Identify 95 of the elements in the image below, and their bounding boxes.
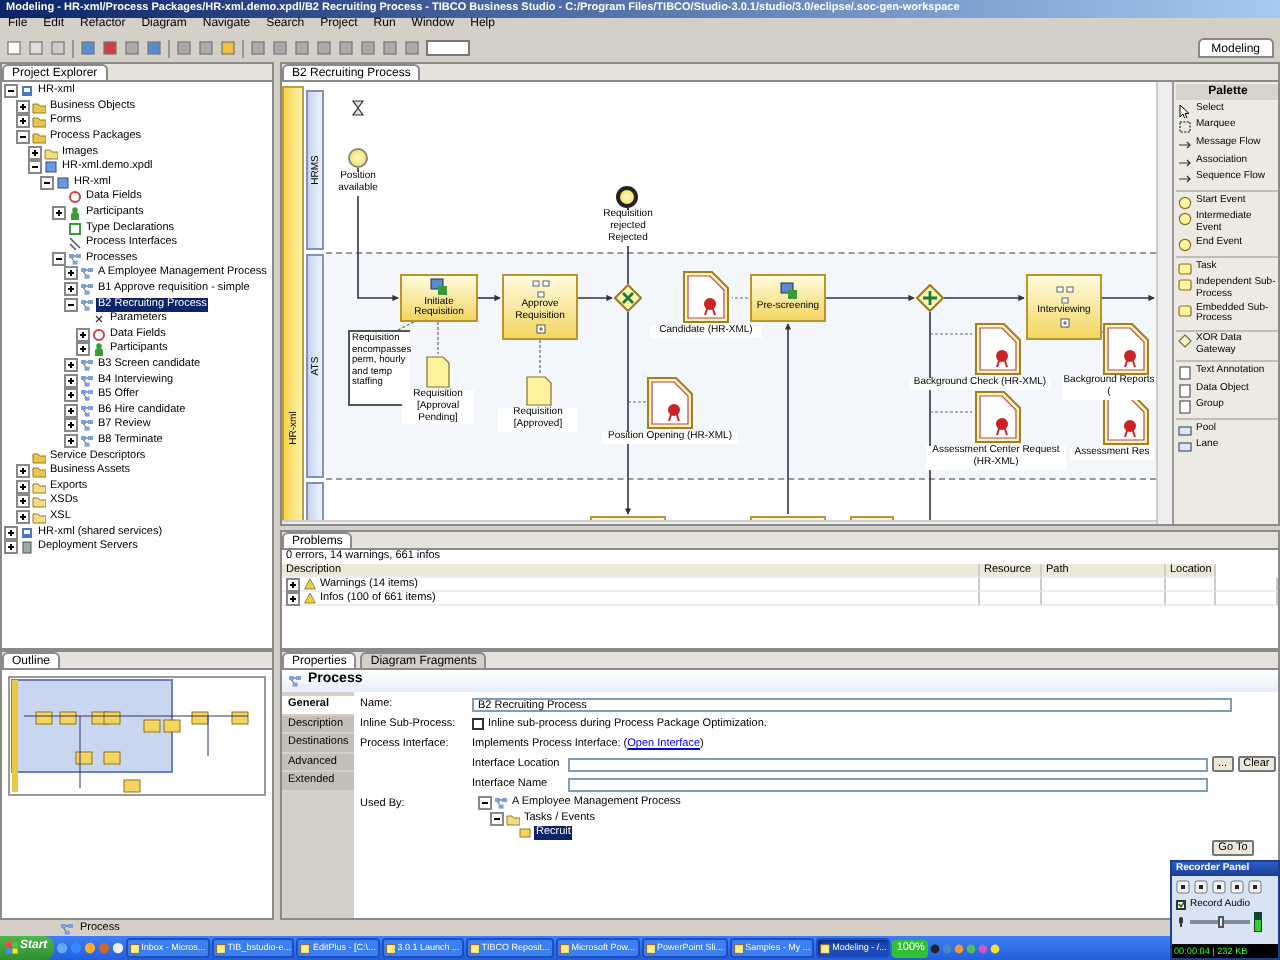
expander-icon[interactable]: [52, 251, 66, 266]
expander-icon[interactable]: [16, 464, 30, 479]
expander-icon[interactable]: [16, 114, 30, 129]
expander-icon[interactable]: [76, 327, 90, 342]
window-icon: [559, 943, 570, 953]
expander-icon[interactable]: [64, 282, 78, 297]
process-icon: [1055, 285, 1073, 304]
expander-icon[interactable]: [16, 494, 30, 509]
slider-thumb[interactable]: [1217, 916, 1223, 928]
expander-icon[interactable]: [64, 388, 78, 403]
association-line: [731, 297, 749, 299]
lane-header: [306, 482, 324, 524]
checkbox[interactable]: [1176, 899, 1186, 909]
computer-icon: [430, 277, 448, 295]
person-icon: [92, 342, 106, 357]
data-object: [682, 270, 730, 324]
project-icon: [20, 84, 34, 99]
sequence-flow: [477, 294, 501, 302]
scrollbar[interactable]: [1156, 82, 1172, 524]
expander-icon[interactable]: [286, 591, 300, 605]
sequence-flow: [943, 294, 1025, 302]
data-field-icon: [92, 327, 106, 342]
exclusive-gateway: [614, 284, 642, 312]
expander-icon[interactable]: [52, 206, 66, 221]
window-icon: [300, 943, 311, 953]
process-icon: [494, 796, 508, 811]
parallel-gateway: [916, 284, 944, 312]
interface-name-field[interactable]: [568, 777, 1208, 791]
project-icon: [20, 525, 34, 540]
folder-icon: [506, 811, 520, 826]
process-icon: [288, 673, 304, 689]
expand-marker-icon: [1059, 318, 1069, 329]
sequence-flow: [577, 294, 613, 302]
hourglass-icon: [352, 100, 364, 116]
window-icon: [733, 943, 744, 953]
expander-icon[interactable]: [4, 540, 18, 555]
expander-icon[interactable]: [478, 796, 492, 811]
expander-icon[interactable]: [64, 297, 78, 312]
expander-icon[interactable]: [64, 403, 78, 418]
data-object: [1102, 322, 1150, 376]
association-line: [437, 321, 439, 355]
expander-icon[interactable]: [64, 357, 78, 372]
zoom-combo-field[interactable]: [426, 40, 470, 56]
expander-icon[interactable]: [64, 266, 78, 281]
data-object: [974, 390, 1022, 444]
start-event: [348, 148, 368, 168]
data-object: [426, 356, 450, 388]
window-icon: [385, 943, 396, 953]
data-object: [974, 322, 1022, 376]
association-line: [627, 401, 647, 403]
computer-icon: [779, 282, 797, 301]
process-icon: [60, 921, 74, 935]
checkbox[interactable]: [472, 718, 484, 730]
sequence-flow: [825, 294, 915, 302]
expander-icon[interactable]: [4, 525, 18, 540]
server-icon: [20, 540, 34, 555]
expander-icon[interactable]: [76, 342, 90, 357]
sequence-flow: [1101, 294, 1155, 302]
parameter-icon: [92, 312, 106, 327]
window-icon: [129, 943, 140, 953]
level-meter-drawing: [1254, 912, 1262, 932]
association-line: [929, 411, 973, 413]
data-field-icon: [68, 190, 82, 205]
end-event: [616, 186, 638, 208]
person-icon: [68, 206, 82, 221]
association-line: [539, 339, 541, 375]
expander-icon[interactable]: [64, 418, 78, 433]
expander-icon[interactable]: [28, 160, 42, 175]
expander-icon[interactable]: [16, 509, 30, 524]
window-icon: [215, 943, 226, 953]
process-icon: [531, 280, 549, 298]
expander-icon[interactable]: [40, 175, 54, 190]
task-icon: [518, 826, 532, 841]
interface-icon: [68, 236, 82, 251]
expander-icon[interactable]: [16, 479, 30, 494]
expander-icon[interactable]: [64, 433, 78, 448]
expander-icon[interactable]: [4, 84, 18, 99]
expander-icon[interactable]: [286, 577, 300, 591]
expander-icon[interactable]: [28, 145, 42, 160]
palette-tool-icon: [1178, 334, 1192, 349]
expander-icon[interactable]: [16, 99, 30, 114]
expander-icon[interactable]: [16, 130, 30, 145]
expander-icon[interactable]: [64, 373, 78, 388]
data-object: [526, 376, 552, 406]
window-icon: [469, 943, 480, 953]
association-line: [929, 333, 973, 335]
expand-marker-icon: [535, 324, 545, 334]
interface-location-field[interactable]: [568, 757, 1208, 771]
window-icon: [645, 943, 656, 953]
type-icon: [68, 221, 82, 236]
data-object: [646, 376, 694, 430]
windows-logo-icon: [6, 942, 18, 954]
window-icon: [820, 943, 831, 953]
microphone-icon: [1176, 916, 1186, 928]
expander-icon[interactable]: [490, 811, 504, 826]
